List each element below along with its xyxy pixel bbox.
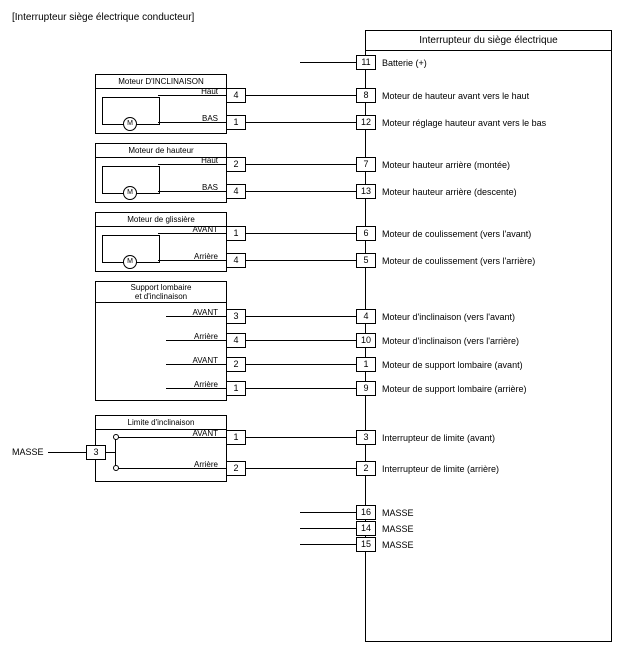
motor-support-title-l1: Support lombaire [96,283,226,292]
diagram-stage: [Interrupteur siège électrique conducteu… [0,0,622,653]
rpin-gnd3: 15 [356,537,376,552]
lpin-tilt-hi: 4 [226,88,246,103]
desc-sup-r2: Moteur de support lombaire (arrière) [382,384,527,394]
rpin-sup-r2: 9 [356,381,376,396]
rpin-hgt-lo: 13 [356,184,376,199]
rpin-tilt-hi: 8 [356,88,376,103]
desc-gnd3: MASSE [382,540,414,550]
desc-tilt-lo: Moteur réglage hauteur avant vers le bas [382,118,546,128]
rpin-gnd2: 14 [356,521,376,536]
desc-sup-f1: Moteur d'inclinaison (vers l'avant) [382,312,515,322]
desc-sup-r1: Moteur d'inclinaison (vers l'arrière) [382,336,519,346]
desc-hgt-hi: Moteur hauteur arrière (montée) [382,160,510,170]
desc-hgt-lo: Moteur hauteur arrière (descente) [382,187,517,197]
desc-sld-r: Moteur de coulissement (vers l'arrière) [382,256,535,266]
rpin-hgt-hi: 7 [356,157,376,172]
rpin-sup-f2: 1 [356,357,376,372]
rpin-gnd1: 16 [356,505,376,520]
motor-support-title-l2: et d'inclinaison [96,292,226,301]
lpin-sld-f: 1 [226,226,246,241]
rpin-sup-r1: 10 [356,333,376,348]
lpin-sup-r1: 4 [226,333,246,348]
motor-tilt-symbol: M [123,117,137,131]
rpin-sld-r: 5 [356,253,376,268]
desc-sup-f2: Moteur de support lombaire (avant) [382,360,523,370]
rpin-tilt-lo: 12 [356,115,376,130]
lpin-tilt-lo: 1 [226,115,246,130]
desc-gnd2: MASSE [382,524,414,534]
lpin-sup-r2: 1 [226,381,246,396]
lpin-lim-r: 2 [226,461,246,476]
motor-height-symbol: M [123,186,137,200]
masse-pin: 3 [86,445,106,460]
lpin-sld-r: 4 [226,253,246,268]
lpin-sup-f1: 3 [226,309,246,324]
rpin-sld-f: 6 [356,226,376,241]
desc-sld-f: Moteur de coulissement (vers l'avant) [382,229,531,239]
pin-battery: 11 [356,55,376,70]
masse-label: MASSE [12,447,44,457]
lpin-hgt-hi: 2 [226,157,246,172]
motor-slide-symbol: M [123,255,137,269]
desc-gnd1: MASSE [382,508,414,518]
rpin-lim-r: 2 [356,461,376,476]
rpin-lim-f: 3 [356,430,376,445]
desc-lim-f: Interrupteur de limite (avant) [382,433,495,443]
desc-tilt-hi: Moteur de hauteur avant vers le haut [382,91,529,101]
rpin-sup-f1: 4 [356,309,376,324]
lpin-lim-f: 1 [226,430,246,445]
desc-lim-r: Interrupteur de limite (arrière) [382,464,499,474]
limit-title: Limite d'inclinaison [96,416,226,430]
lpin-hgt-lo: 4 [226,184,246,199]
lpin-sup-f2: 2 [226,357,246,372]
desc-battery: Batterie (+) [382,58,427,68]
motor-support-title: Support lombaire et d'inclinaison [96,282,226,303]
page-title: [Interrupteur siège électrique conducteu… [12,12,194,23]
main-switch-header: Interrupteur du siège électrique [366,31,611,51]
